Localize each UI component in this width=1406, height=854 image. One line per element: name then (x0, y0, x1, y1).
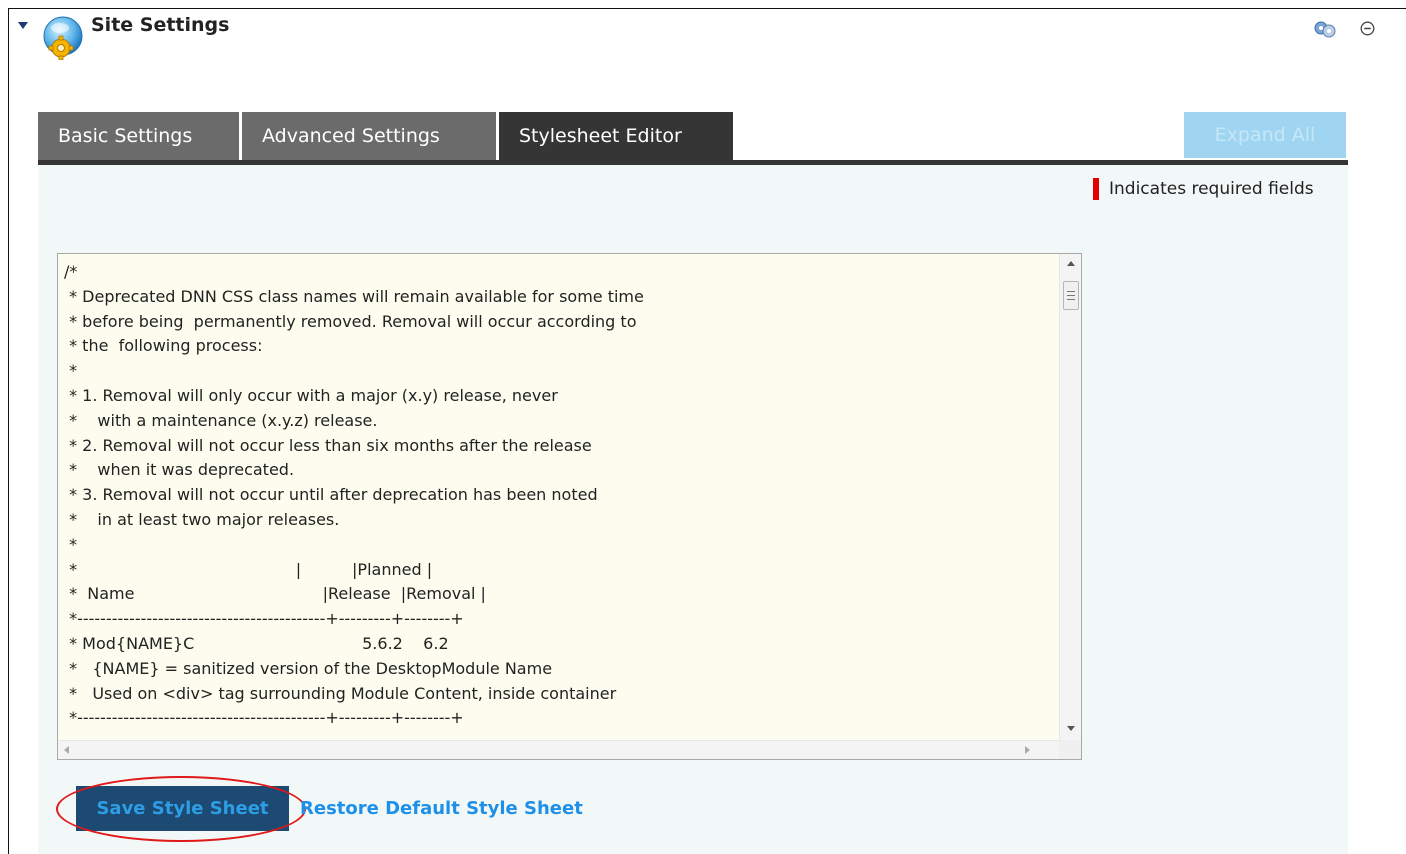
module-actions-icon[interactable] (1312, 18, 1338, 40)
tab-basic-settings[interactable]: Basic Settings (38, 112, 239, 160)
minimize-icon[interactable] (1360, 21, 1375, 36)
scroll-right-icon[interactable] (1025, 746, 1030, 754)
scrollbar-thumb[interactable] (1063, 281, 1079, 310)
horizontal-scrollbar[interactable] (58, 740, 1060, 759)
module-title: Site Settings (91, 14, 230, 36)
tab-bar-underline (38, 160, 1348, 165)
vertical-scrollbar[interactable] (1059, 254, 1081, 741)
collapse-arrow-icon[interactable] (18, 22, 28, 29)
scroll-up-icon[interactable] (1067, 261, 1075, 266)
tab-stylesheet-editor[interactable]: Stylesheet Editor (499, 112, 733, 160)
tab-bar: Basic Settings Advanced Settings Stylesh… (38, 112, 736, 160)
required-note-text: Indicates required fields (1109, 179, 1314, 199)
scrollbar-corner (1059, 740, 1081, 759)
stylesheet-content[interactable]: /* * Deprecated DNN CSS class names will… (64, 260, 1059, 738)
save-style-sheet-button[interactable]: Save Style Sheet (76, 786, 289, 831)
gear-globe-icon (43, 16, 83, 60)
restore-default-style-sheet-link[interactable]: Restore Default Style Sheet (300, 798, 583, 819)
scroll-down-icon[interactable] (1067, 726, 1075, 731)
stylesheet-textarea[interactable]: /* * Deprecated DNN CSS class names will… (57, 253, 1082, 760)
expand-all-button[interactable]: Expand All (1184, 112, 1346, 158)
tab-advanced-settings[interactable]: Advanced Settings (242, 112, 496, 160)
required-fields-note: Indicates required fields (1093, 178, 1314, 200)
required-marker (1093, 178, 1099, 200)
scroll-left-icon[interactable] (64, 746, 69, 754)
